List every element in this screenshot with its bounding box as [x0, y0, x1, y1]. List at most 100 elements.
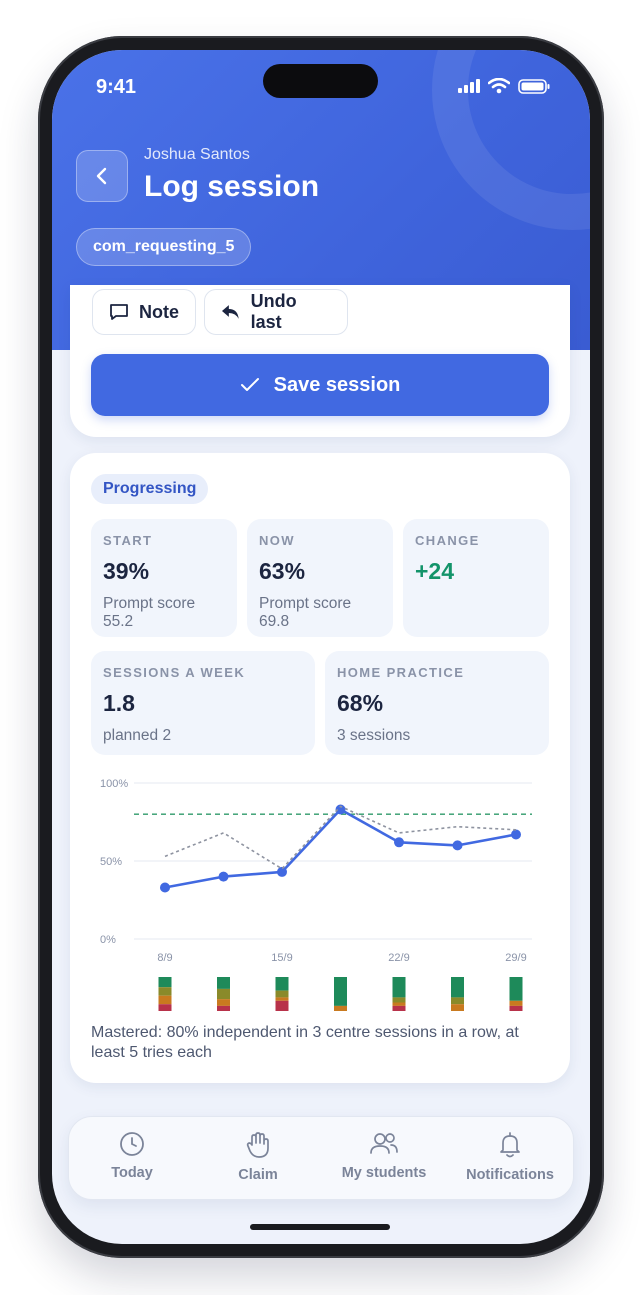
session-bar-segment: [158, 995, 172, 1005]
stat-change-label: CHANGE: [415, 533, 480, 548]
wifi-icon: [488, 78, 510, 94]
undo-label: Undo last: [250, 291, 297, 332]
session-bar-segment: [451, 997, 464, 1005]
status-badge: Progressing: [91, 474, 209, 504]
undo-button[interactable]: Undo last: [204, 289, 348, 335]
stat-home-label: HOME PRACTICE: [337, 665, 465, 680]
nav-today[interactable]: Today: [69, 1117, 195, 1199]
y-tick-label: 50%: [100, 856, 122, 868]
session-bar-segment: [217, 977, 230, 989]
data-point: [218, 871, 229, 882]
session-bar-segment: [392, 977, 406, 998]
back-button[interactable]: [76, 150, 128, 202]
session-bar-segment: [509, 1000, 523, 1006]
screen: 9:41 Joshua Santos Log session com_reque…: [52, 50, 590, 1244]
data-point: [452, 840, 463, 851]
phone-frame: 9:41 Joshua Santos Log session com_reque…: [38, 36, 604, 1258]
stat-start-label: START: [103, 533, 153, 548]
session-bar-segment: [158, 1004, 172, 1011]
session-bar-segment: [392, 1002, 406, 1006]
check-icon: [240, 378, 259, 391]
mastery-criteria-text: Mastered: 80% independent in 3 centre se…: [91, 1024, 519, 1061]
y-tick-label: 0%: [100, 934, 116, 946]
target-chip[interactable]: com_requesting_5: [76, 228, 252, 266]
x-tick-label: 29/9: [505, 952, 526, 964]
header-decoration: [432, 50, 590, 230]
note-button[interactable]: Note: [92, 289, 196, 335]
chevron-left-icon: [96, 167, 107, 185]
stat-home-sub: 3 sessions: [337, 727, 411, 744]
x-tick-label: 22/9: [388, 952, 409, 964]
stat-start-sub: Prompt score 55.2: [103, 595, 225, 631]
x-tick-label: 15/9: [271, 952, 292, 964]
session-bar-segment: [275, 977, 289, 991]
nav-notifications[interactable]: Notifications: [447, 1117, 573, 1199]
battery-icon: [518, 78, 550, 94]
stat-start-value: 39%: [103, 558, 150, 584]
stat-sessions-sub: planned 2: [103, 727, 172, 744]
session-bar-segment: [275, 990, 289, 998]
session-bar-segment: [392, 1005, 406, 1011]
stat-now: NOW 63% Prompt score 69.8: [247, 519, 393, 637]
stat-now-sub: Prompt score 69.8: [259, 595, 381, 631]
status-icons: [458, 78, 550, 94]
actions-card: Note Undo last Save session: [70, 285, 570, 437]
page-title: Log session: [144, 170, 320, 203]
stat-sessions: SESSIONS A WEEK 1.8 planned 2: [91, 651, 315, 755]
session-bar-segment: [392, 997, 406, 1003]
nav-today-label: Today: [111, 1165, 153, 1181]
data-point: [277, 866, 287, 877]
stat-start: START 39% Prompt score 55.2: [91, 519, 237, 637]
session-bar-segment: [334, 977, 347, 1006]
session-bar-segment: [158, 987, 172, 996]
undo-icon: [221, 305, 239, 319]
bottom-nav: Today Claim My students Notifications: [68, 1116, 574, 1200]
signal-icon: [458, 79, 480, 93]
session-bar-segment: [217, 999, 230, 1006]
x-tick-label: 8/9: [157, 952, 172, 964]
nav-my-students-label: My students: [341, 1165, 427, 1181]
users-icon: [370, 1133, 398, 1154]
save-label: Save session: [273, 373, 401, 396]
stat-start-sub2: 55.2: [103, 613, 134, 630]
session-bar-segment: [275, 1000, 289, 1011]
session-bar-segment: [451, 977, 464, 998]
series-line-dotted: [164, 805, 517, 870]
stat-now-label: NOW: [259, 533, 295, 548]
bell-icon: [500, 1132, 520, 1158]
status-time: 9:41: [96, 76, 137, 98]
session-bar-segment: [217, 1005, 230, 1011]
save-session-button[interactable]: Save session: [91, 354, 549, 416]
session-bar-segment: [217, 988, 230, 1000]
session-bar-segment: [509, 977, 523, 1001]
stat-now-value: 63%: [259, 558, 306, 584]
student-name: Joshua Santos: [144, 146, 250, 163]
nav-my-students[interactable]: My students: [321, 1117, 447, 1199]
stat-change: CHANGE +24: [403, 519, 549, 637]
clock-icon: [120, 1132, 144, 1156]
session-bar-segment: [334, 1005, 347, 1011]
y-tick-label: 100%: [100, 778, 128, 790]
stat-sessions-label: SESSIONS A WEEK: [103, 665, 246, 680]
nav-notifications-label: Notifications: [466, 1167, 554, 1183]
stat-start-sub1: Prompt score: [103, 595, 196, 612]
stat-now-sub2: 69.8: [259, 613, 290, 630]
nav-claim[interactable]: Claim: [195, 1117, 321, 1199]
data-point: [160, 882, 170, 893]
series-line-centre: [164, 808, 517, 889]
note-label: Note: [139, 301, 179, 322]
session-bar-segment: [451, 1004, 464, 1011]
session-bar-segment: [158, 977, 172, 988]
dynamic-island: [263, 64, 378, 98]
stat-change-value: +24: [415, 558, 455, 584]
hand-icon: [246, 1132, 269, 1158]
data-point: [394, 837, 404, 848]
nav-claim-label: Claim: [238, 1167, 278, 1183]
stat-home-value: 68%: [337, 690, 384, 716]
stat-sessions-value: 1.8: [103, 690, 135, 716]
session-bar-segment: [275, 997, 289, 1001]
stat-home-practice: HOME PRACTICE 68% 3 sessions: [325, 651, 549, 755]
home-indicator: [250, 1224, 390, 1230]
session-bar-segment: [509, 1005, 523, 1011]
progress-card: Progressing START 39% Prompt score 55.2 …: [70, 453, 570, 1083]
